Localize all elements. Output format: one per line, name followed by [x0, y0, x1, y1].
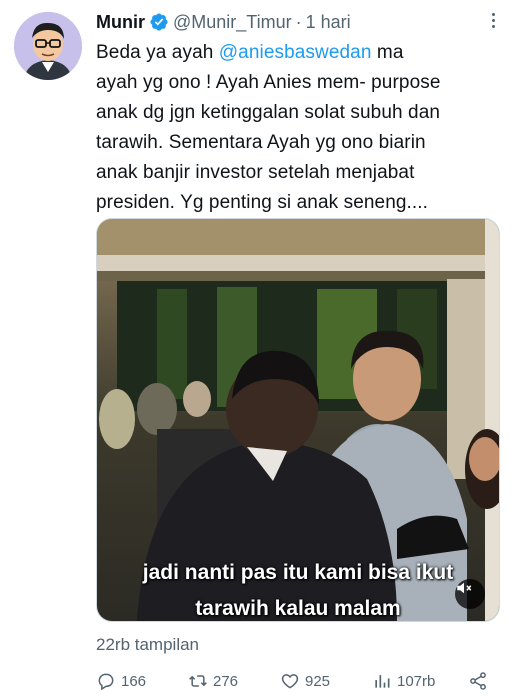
- avatar[interactable]: [14, 12, 82, 80]
- more-icon[interactable]: [490, 10, 496, 32]
- author-name[interactable]: Munir: [96, 12, 145, 33]
- mention-link[interactable]: @aniesbaswedan: [219, 42, 372, 63]
- tweet-line: ayah yg ono ! Ayah Anies mem- purpose: [96, 72, 441, 93]
- tweet-line: anak dg jgn ketinggalan solat subuh dan: [96, 102, 441, 123]
- tweet-line: anak banjir investor setelah menjabat: [96, 162, 415, 183]
- retweet-button[interactable]: 276: [188, 670, 238, 692]
- reply-button[interactable]: 166: [96, 670, 146, 692]
- tweet-line: presiden. Yg penting si anak seneng....: [96, 192, 429, 213]
- action-bar: 166 276 925 107rb: [96, 670, 506, 694]
- reply-count: 166: [121, 672, 147, 690]
- like-icon: [281, 674, 299, 689]
- tweet-timestamp[interactable]: 1 hari: [306, 12, 351, 33]
- video-subtitle-line-1: jadi nanti pas itu kami bisa ikut: [142, 561, 454, 584]
- tweet-text: Beda ya ayah @aniesbaswedan ma ayah yg o…: [96, 38, 496, 218]
- header-separator: ·: [295, 11, 302, 32]
- reply-icon: [98, 673, 114, 691]
- like-count: 925: [305, 672, 331, 690]
- share-button[interactable]: [468, 670, 493, 692]
- view-count: 22rb tampilan: [96, 635, 200, 654]
- retweet-count: 276: [213, 672, 239, 690]
- like-button[interactable]: 925: [280, 670, 330, 692]
- views-icon: [375, 675, 390, 688]
- tweet-header: Munir @Munir_Timur · 1 hari: [96, 10, 498, 34]
- speaker-muted-icon[interactable]: [455, 579, 485, 609]
- video-media[interactable]: jadi nanti pas itu kami bisa ikut tarawi…: [96, 218, 500, 622]
- verified-badge-icon: [150, 13, 168, 31]
- author-handle[interactable]: @Munir_Timur: [173, 12, 292, 33]
- tweet-text-fragment: Beda ya ayah: [96, 42, 219, 63]
- tweet-text-fragment: ma: [371, 42, 404, 63]
- retweet-icon: [189, 675, 207, 687]
- views-count: 107rb: [397, 672, 436, 690]
- tweet-line: tarawih. Sementara Ayah yg ono biarin: [96, 132, 426, 153]
- share-icon: [470, 672, 486, 690]
- video-subtitle-line-2: tarawih kalau malam: [195, 597, 401, 620]
- tweet-line: Beda ya ayah @aniesbaswedan ma: [96, 38, 496, 68]
- views-button[interactable]: 107rb: [372, 670, 435, 692]
